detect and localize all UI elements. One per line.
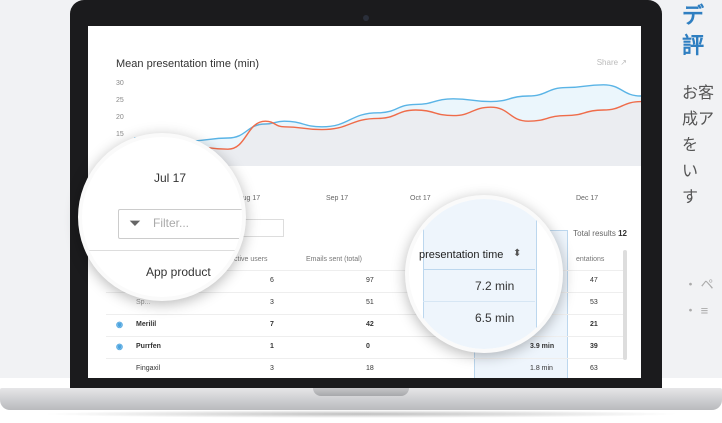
cell-emails: 51 xyxy=(366,299,374,306)
laptop-notch xyxy=(313,388,409,396)
divider xyxy=(423,269,535,270)
total-results: Total results 12 xyxy=(573,229,627,238)
cell-users: 6 xyxy=(270,277,274,284)
magnifier-lens-time: presentation time ⬍ 7.2 min 6.5 min xyxy=(405,195,563,353)
jp-bullet-list: ・ ペ ・ ≡ xyxy=(684,277,714,318)
cell-emails: 0 xyxy=(366,343,370,350)
column-header[interactable]: entations xyxy=(576,256,604,263)
filter-placeholder: Filter... xyxy=(153,216,190,230)
table-row[interactable]: Fingaxil 3 18 1.8 min 63 xyxy=(106,358,626,378)
cell-name: Fingaxil xyxy=(136,365,161,372)
column-header[interactable]: Emails sent (total) xyxy=(306,256,362,263)
laptop-shadow xyxy=(40,410,682,418)
presentation-time-header[interactable]: presentation time xyxy=(419,249,503,261)
cell-users: 7 xyxy=(270,321,274,328)
divider xyxy=(423,301,535,302)
cell-name: Purrfen xyxy=(136,343,161,350)
cell-presentations: 47 xyxy=(590,277,598,284)
magnifier-lens-filter: U Jul 17 ⏷ Filter... App product xyxy=(78,133,246,301)
filter-funnel-icon: ⏷ xyxy=(129,215,142,232)
y-axis-fragment: U xyxy=(90,139,97,149)
cell-users: 3 xyxy=(270,299,274,306)
sort-icon[interactable]: ⬍ xyxy=(513,248,521,259)
x-tick: Sep 17 xyxy=(326,195,349,202)
cell-users: 1 xyxy=(270,343,274,350)
camera-icon xyxy=(363,15,369,21)
time-value: 6.5 min xyxy=(475,311,515,325)
cell-emails: 18 xyxy=(366,365,374,372)
jp-heading: デ 評 xyxy=(682,4,705,59)
cell-presentations: 63 xyxy=(590,365,598,372)
eye-icon[interactable]: ◉ xyxy=(116,320,123,329)
cell-users: 3 xyxy=(270,365,274,372)
divider xyxy=(82,250,242,251)
cell-presentations: 21 xyxy=(590,321,598,328)
filter-input-zoomed[interactable]: ⏷ Filter... xyxy=(118,209,242,239)
cell-name: Sp... xyxy=(136,299,151,306)
column-header[interactable]: ctive users xyxy=(234,256,267,263)
cell-emails: 97 xyxy=(366,277,374,284)
table-row[interactable]: ◉ Purrfen 1 0 3.9 min 39 xyxy=(106,336,626,357)
app-product-header[interactable]: App product xyxy=(146,265,211,279)
presentation-time-column xyxy=(423,199,537,349)
cell-time: 1.8 min xyxy=(530,365,553,372)
x-tick: Dec 17 xyxy=(576,195,599,202)
cell-emails: 42 xyxy=(366,321,374,328)
cell-name: Merilil xyxy=(136,321,157,328)
eye-icon[interactable]: ◉ xyxy=(116,342,123,351)
cell-presentations: 39 xyxy=(590,343,598,350)
time-value: 7.2 min xyxy=(475,279,515,293)
cell-presentations: 53 xyxy=(590,299,598,306)
side-marketing-text: デ 評 お客 成ア を い す ・ ペ ・ ≡ xyxy=(680,0,722,378)
jp-paragraph: お客 成ア を い す xyxy=(682,83,715,206)
date-label: Jul 17 xyxy=(154,171,187,185)
table-scrollbar[interactable] xyxy=(623,250,627,360)
